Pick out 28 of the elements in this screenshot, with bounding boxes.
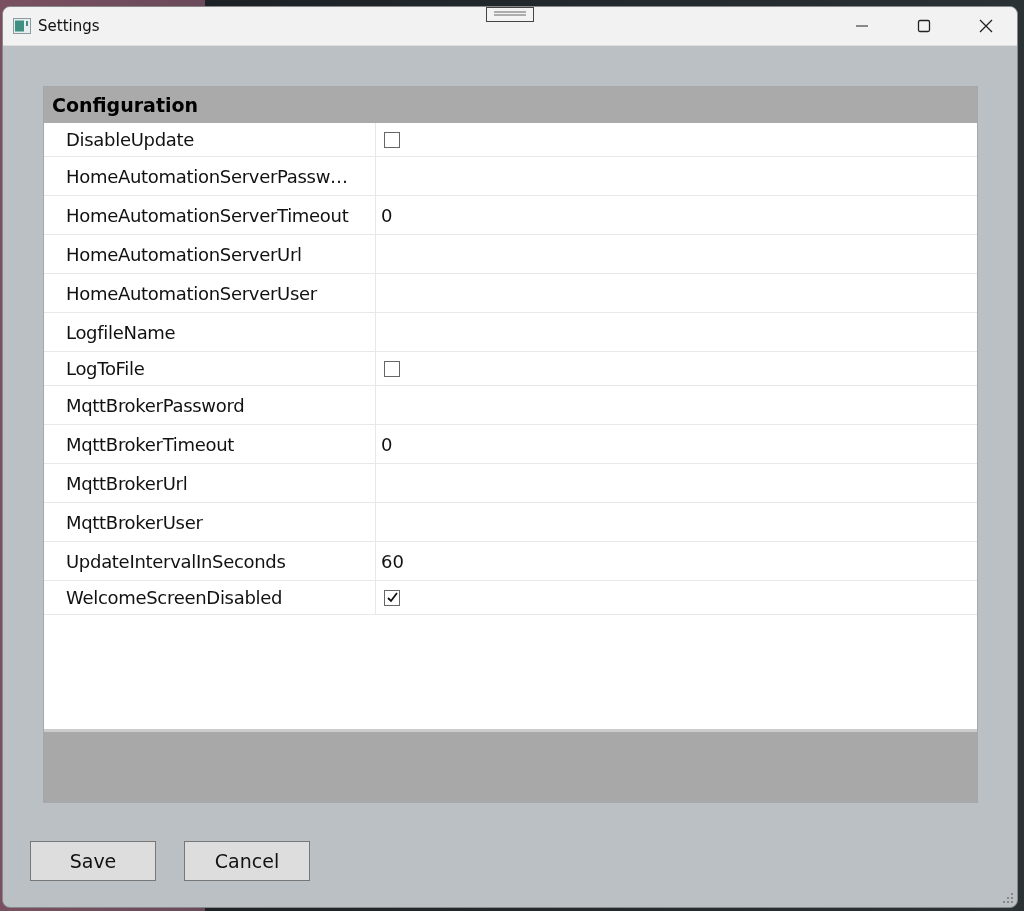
checkbox[interactable] xyxy=(384,360,400,377)
property-name: HomeAutomationServerUser xyxy=(44,274,376,312)
value-field[interactable]: 0 xyxy=(376,425,977,463)
property-name: UpdateIntervalInSeconds xyxy=(44,542,376,580)
value-field[interactable]: 0 xyxy=(376,196,977,234)
property-name: MqttBrokerTimeout xyxy=(44,425,376,463)
close-icon xyxy=(979,19,993,33)
property-name: MqttBrokerUser xyxy=(44,503,376,541)
checkbox[interactable] xyxy=(384,131,400,148)
property-name: MqttBrokerPassword xyxy=(44,386,376,424)
property-name: LogfileName xyxy=(44,313,376,351)
value-field[interactable]: 60 xyxy=(376,542,977,580)
window-title: Settings xyxy=(38,17,100,35)
window-app-icon xyxy=(13,18,31,34)
property-name: DisableUpdate xyxy=(44,123,376,156)
property-name: HomeAutomationServerPassw… xyxy=(44,157,376,195)
property-name: HomeAutomationServerTimeout xyxy=(44,196,376,234)
save-button[interactable]: Save xyxy=(30,841,156,881)
category-header: Configuration xyxy=(44,87,977,123)
maximize-icon xyxy=(917,19,931,33)
property-name: WelcomeScreenDisabled xyxy=(44,581,376,614)
drag-handle-icon[interactable] xyxy=(486,7,534,22)
cancel-button[interactable]: Cancel xyxy=(184,841,310,881)
resize-grip-icon[interactable] xyxy=(1002,892,1014,904)
property-name: LogToFile xyxy=(44,352,376,385)
property-name: MqttBrokerUrl xyxy=(44,464,376,502)
checkbox[interactable] xyxy=(384,589,400,606)
property-name: HomeAutomationServerUrl xyxy=(44,235,376,273)
